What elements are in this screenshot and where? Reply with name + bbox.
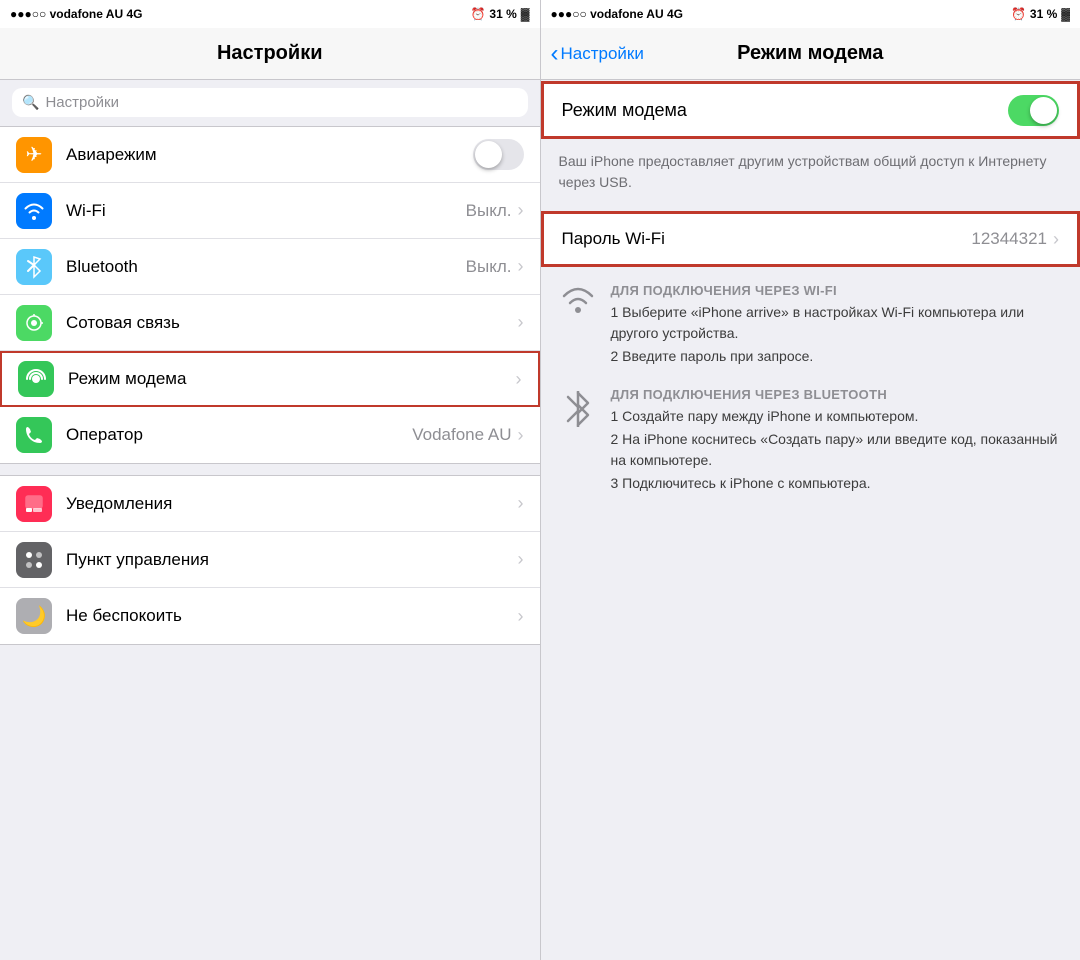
nav-title-right: Режим модема: [737, 42, 883, 65]
controlcenter-label: Пункт управления: [66, 550, 518, 570]
search-icon: 🔍: [22, 94, 39, 111]
right-panel: ●●●○○ vodafone AU 4G ⏰ 31 % ▓ ‹ Настройк…: [541, 0, 1080, 960]
search-placeholder-text: Настройки: [45, 94, 119, 111]
carrier-left: ●●●○○ vodafone AU 4G: [10, 7, 142, 21]
wifi-password-value: 12344321: [971, 229, 1047, 249]
wifi-icon: [16, 193, 52, 229]
settings-content: ✈ Авиарежим Wi-Fi Выкл. ›: [0, 125, 540, 960]
bluetooth-instruction-icon: [559, 389, 597, 438]
hotspot-toggle-label: Режим модема: [562, 100, 1009, 121]
wifi-instruction-step-1: 1 Выберите «iPhone arrive» в настройках …: [611, 302, 1063, 344]
battery-text-left: 31 %: [489, 7, 516, 21]
hotspot-icon: [18, 361, 54, 397]
settings-item-hotspot[interactable]: Режим модема ›: [0, 351, 540, 407]
settings-item-wifi[interactable]: Wi-Fi Выкл. ›: [0, 183, 540, 239]
wifi-password-row[interactable]: Пароль Wi-Fi 12344321 ›: [541, 211, 1080, 267]
settings-item-operator[interactable]: Оператор Vodafone AU ›: [0, 407, 540, 463]
wifi-label: Wi-Fi: [66, 201, 466, 221]
airplane-toggle-knob: [475, 141, 502, 168]
settings-item-cellular[interactable]: Сотовая связь ›: [0, 295, 540, 351]
status-bar-right-left: ●●●○○ vodafone AU 4G: [551, 7, 683, 21]
search-input-wrapper[interactable]: 🔍 Настройки: [12, 88, 528, 117]
status-bar-left: ●●●○○ vodafone AU 4G ⏰ 31 % ▓: [0, 0, 540, 28]
nav-back-label: Настройки: [561, 44, 644, 64]
operator-value: Vodafone AU: [412, 425, 511, 445]
airplane-icon: ✈: [16, 137, 52, 173]
bluetooth-instruction-header: ДЛЯ ПОДКЛЮЧЕНИЯ ЧЕРЕЗ BLUETOOTH: [611, 387, 1063, 402]
nav-bar-right: ‹ Настройки Режим модема: [541, 28, 1080, 80]
settings-group-2: Уведомления › Пункт управления ›: [0, 475, 540, 645]
hotspot-description-text: Ваш iPhone предоставляет другим устройст…: [559, 153, 1047, 190]
donotdisturb-chevron-icon: ›: [518, 606, 524, 627]
hotspot-toggle-switch[interactable]: [1008, 95, 1059, 126]
cellular-label: Сотовая связь: [66, 313, 518, 333]
nav-back-button[interactable]: ‹ Настройки: [541, 42, 644, 66]
nav-title-left: Настройки: [217, 42, 323, 65]
settings-item-controlcenter[interactable]: Пункт управления ›: [0, 532, 540, 588]
donotdisturb-icon: 🌙: [16, 598, 52, 634]
settings-item-notifications[interactable]: Уведомления ›: [0, 476, 540, 532]
airplane-toggle[interactable]: [473, 139, 524, 170]
bluetooth-instruction-step-2: 2 На iPhone коснитесь «Создать пару» или…: [611, 429, 1063, 471]
hotspot-toggle-knob: [1030, 97, 1057, 124]
status-bar-right: ●●●○○ vodafone AU 4G ⏰ 31 % ▓: [541, 0, 1080, 28]
battery-icon-left: ▓: [521, 7, 530, 21]
alarm-icon-right: ⏰: [1011, 7, 1026, 21]
cellular-chevron-icon: ›: [518, 312, 524, 333]
wifi-instruction-header: ДЛЯ ПОДКЛЮЧЕНИЯ ЧЕРЕЗ WI-FI: [611, 283, 1063, 298]
notifications-icon: [16, 486, 52, 522]
nav-bar-left: Настройки: [0, 28, 540, 80]
bluetooth-instruction-text: ДЛЯ ПОДКЛЮЧЕНИЯ ЧЕРЕЗ BLUETOOTH 1 Создай…: [611, 387, 1063, 496]
cellular-icon: [16, 305, 52, 341]
wifi-instruction-step-2: 2 Введите пароль при запросе.: [611, 346, 1063, 367]
wifi-password-label: Пароль Wi-Fi: [562, 229, 972, 249]
operator-label: Оператор: [66, 425, 412, 445]
bluetooth-chevron-icon: ›: [518, 256, 524, 277]
wifi-password-chevron-icon: ›: [1053, 229, 1059, 250]
settings-item-bluetooth[interactable]: Bluetooth Выкл. ›: [0, 239, 540, 295]
hotspot-label: Режим модема: [68, 369, 516, 389]
bluetooth-instruction-block: ДЛЯ ПОДКЛЮЧЕНИЯ ЧЕРЕЗ BLUETOOTH 1 Создай…: [559, 387, 1063, 496]
operator-icon: [16, 417, 52, 453]
status-bar-right-info: ⏰ 31 % ▓: [470, 7, 529, 21]
wifi-value: Выкл.: [466, 201, 512, 221]
controlcenter-icon: [16, 542, 52, 578]
right-content: Режим модема Ваш iPhone предоставляет др…: [541, 80, 1080, 960]
search-bar: 🔍 Настройки: [0, 80, 540, 125]
hotspot-toggle-row[interactable]: Режим модема: [541, 81, 1080, 139]
notifications-chevron-icon: ›: [518, 493, 524, 514]
left-panel: ●●●○○ vodafone AU 4G ⏰ 31 % ▓ Настройки …: [0, 0, 541, 960]
separator-1: [0, 464, 540, 474]
controlcenter-chevron-icon: ›: [518, 549, 524, 570]
wifi-instruction-text: ДЛЯ ПОДКЛЮЧЕНИЯ ЧЕРЕЗ WI-FI 1 Выберите «…: [611, 283, 1063, 369]
wifi-chevron-icon: ›: [518, 200, 524, 221]
wifi-instruction-icon: [559, 285, 597, 323]
alarm-icon-left: ⏰: [470, 7, 485, 21]
carrier-right: ●●●○○ vodafone AU 4G: [551, 7, 683, 21]
operator-chevron-icon: ›: [518, 425, 524, 446]
battery-text-right: 31 %: [1030, 7, 1057, 21]
instructions-section: ДЛЯ ПОДКЛЮЧЕНИЯ ЧЕРЕЗ WI-FI 1 Выберите «…: [541, 267, 1080, 530]
status-bar-right-right: ⏰ 31 % ▓: [1011, 7, 1070, 21]
settings-group-1: ✈ Авиарежим Wi-Fi Выкл. ›: [0, 126, 540, 464]
donotdisturb-label: Не беспокоить: [66, 606, 518, 626]
battery-icon-right: ▓: [1061, 7, 1070, 21]
airplane-label: Авиарежим: [66, 145, 473, 165]
bluetooth-value: Выкл.: [466, 257, 512, 277]
wifi-instruction-block: ДЛЯ ПОДКЛЮЧЕНИЯ ЧЕРЕЗ WI-FI 1 Выберите «…: [559, 283, 1063, 369]
hotspot-description: Ваш iPhone предоставляет другим устройст…: [541, 139, 1080, 209]
settings-item-donotdisturb[interactable]: 🌙 Не беспокоить ›: [0, 588, 540, 644]
nav-back-chevron-icon: ‹: [551, 42, 559, 66]
bluetooth-icon: [16, 249, 52, 285]
settings-item-airplane[interactable]: ✈ Авиарежим: [0, 127, 540, 183]
bluetooth-instruction-step-3: 3 Подключитесь к iPhone с компьютера.: [611, 473, 1063, 494]
bluetooth-label: Bluetooth: [66, 257, 466, 277]
status-bar-left-info: ●●●○○ vodafone AU 4G: [10, 7, 142, 21]
bluetooth-instruction-step-1: 1 Создайте пару между iPhone и компьютер…: [611, 406, 1063, 427]
hotspot-chevron-icon: ›: [516, 369, 522, 390]
notifications-label: Уведомления: [66, 494, 518, 514]
